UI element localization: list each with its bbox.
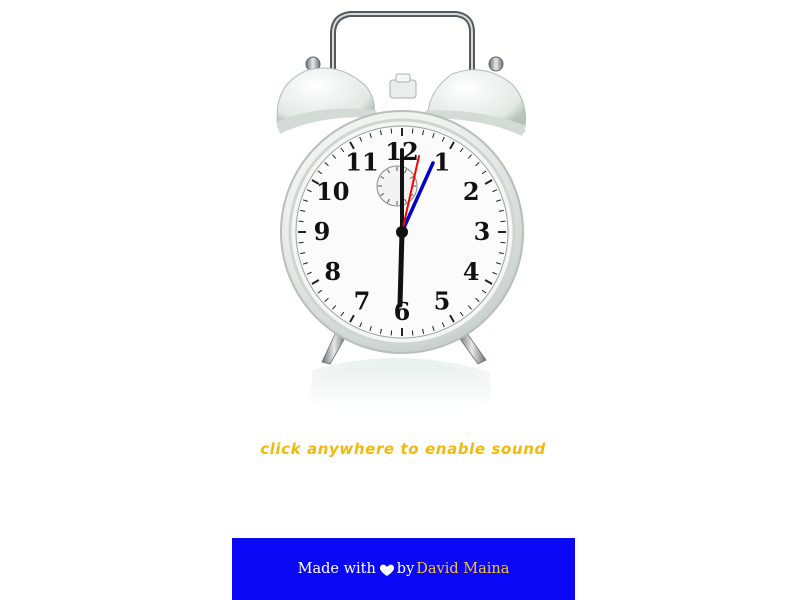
by-label: by — [396, 561, 415, 577]
sub-dial — [376, 165, 418, 207]
numeral-9: 9 — [314, 217, 331, 246]
numeral-2: 2 — [463, 177, 480, 206]
tick-mark — [500, 220, 506, 223]
numeral-7: 7 — [354, 286, 371, 315]
enable-sound-hint[interactable]: click anywhere to enable sound — [0, 440, 800, 458]
tick-mark — [298, 220, 304, 223]
numeral-11: 11 — [345, 148, 378, 177]
clock-handle — [330, 11, 475, 75]
author-link[interactable]: David Maina — [416, 561, 509, 577]
alarm-clock-image: 121234567891011 — [276, 11, 526, 422]
numeral-1: 1 — [434, 148, 451, 177]
hour-hand-extension — [397, 229, 405, 308]
tick-mark — [500, 241, 506, 244]
numeral-8: 8 — [324, 257, 341, 286]
page[interactable]: 121234567891011 click anywhere to enable… — [0, 0, 800, 600]
tick-mark — [390, 330, 393, 336]
footer-banner: Made with by David Maina — [232, 538, 575, 600]
made-with-label: Made with — [297, 561, 376, 577]
tick-mark — [298, 241, 304, 244]
numeral-5: 5 — [434, 286, 451, 315]
heart-icon — [379, 562, 395, 578]
numeral-3: 3 — [474, 217, 491, 246]
tick-mark — [390, 128, 393, 134]
numeral-4: 4 — [463, 257, 480, 286]
numeral-10: 10 — [316, 177, 349, 206]
clock-reflection — [308, 357, 492, 422]
tick-mark — [411, 330, 414, 336]
tick-mark — [411, 128, 414, 134]
